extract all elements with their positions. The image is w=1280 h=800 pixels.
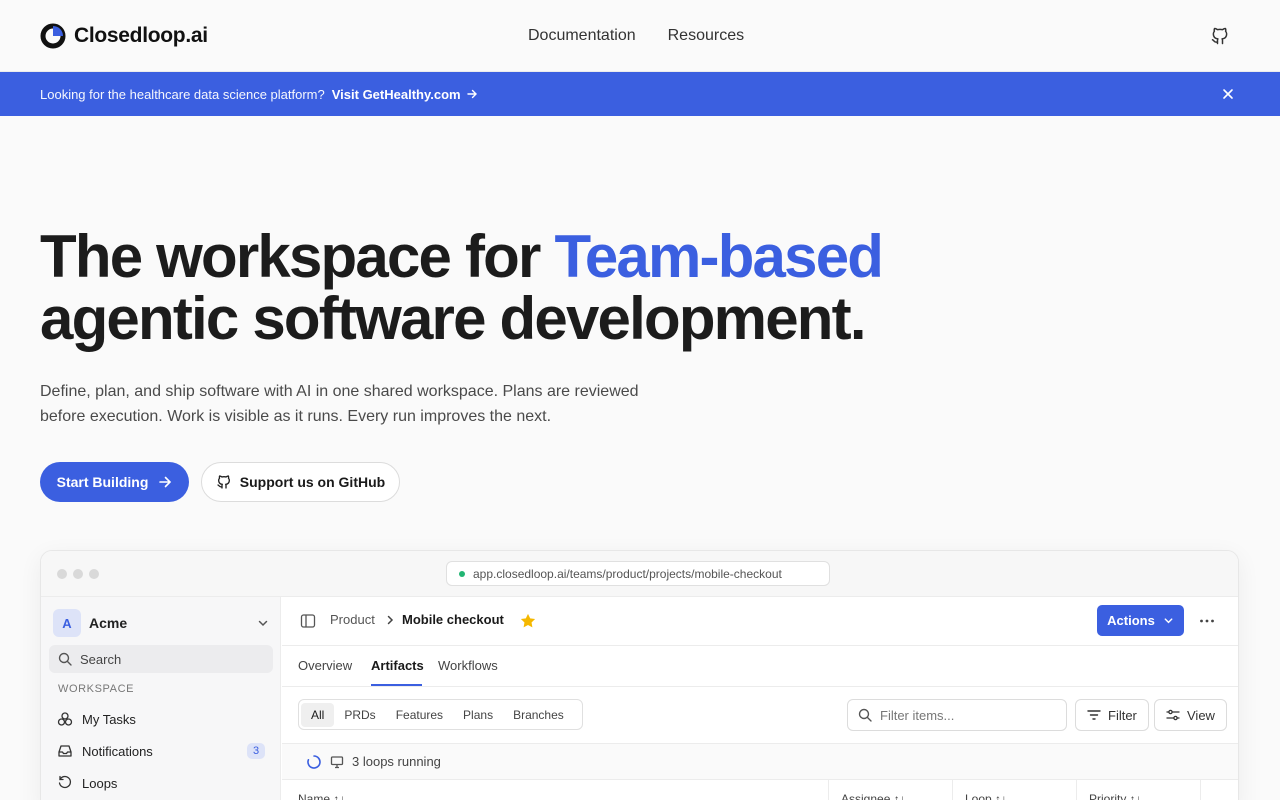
sidebar-item-label: Loops xyxy=(82,775,118,791)
sidebar-section-label: WORKSPACE xyxy=(58,683,135,695)
nav-documentation[interactable]: Documentation xyxy=(528,27,636,45)
hero-subtitle: Define, plan, and ship software with AI … xyxy=(40,383,639,425)
address-bar: app.closedloop.ai/teams/product/projects… xyxy=(446,561,830,586)
chevron-down-icon xyxy=(1164,618,1173,624)
workspace-switcher[interactable]: A Acme xyxy=(53,609,269,637)
sidebar-item-label: Notifications xyxy=(82,743,153,759)
start-building-button[interactable]: Start Building xyxy=(40,462,189,502)
app-main: Product Mobile checkout Actions Overview… xyxy=(282,597,1238,800)
announcement-banner: Looking for the healthcare data science … xyxy=(0,72,1280,116)
sidebar-item-label: My Tasks xyxy=(82,711,136,727)
column-header-name[interactable]: Name ↑↓ xyxy=(298,792,345,800)
secure-status-dot xyxy=(459,570,465,577)
tab-bar: Overview Artifacts Workflows xyxy=(282,646,1238,687)
logo[interactable]: Closedloop.ai xyxy=(40,23,208,49)
breadcrumb-parent[interactable]: Product xyxy=(330,612,375,627)
column-header-assignee[interactable]: Assignee ↑↓ xyxy=(841,792,906,800)
banner-close-button[interactable] xyxy=(1220,86,1236,102)
app-sidebar: A Acme Search WORKSPACE My Tasks Notific… xyxy=(41,597,281,800)
hero-title-pre: The workspace for xyxy=(40,223,555,290)
filter-items-placeholder: Filter items... xyxy=(880,707,955,723)
inbox-icon xyxy=(58,745,72,757)
hero-title-accent: Team-based xyxy=(554,223,883,290)
tab-artifacts[interactable]: Artifacts xyxy=(371,658,424,673)
filter-button[interactable]: Filter xyxy=(1075,699,1149,731)
column-divider xyxy=(1200,780,1201,800)
site-header: Closedloop.ai Documentation Resources xyxy=(0,0,1280,72)
more-horizontal-icon xyxy=(1200,619,1214,623)
view-button[interactable]: View xyxy=(1154,699,1227,731)
breadcrumb-current: Mobile checkout xyxy=(402,612,504,627)
hero-title-line2: agentic software development. xyxy=(40,285,866,352)
start-building-label: Start Building xyxy=(56,474,149,490)
github-support-button[interactable]: Support us on GitHub xyxy=(201,462,400,502)
column-divider xyxy=(1076,780,1077,800)
loops-running-text: 3 loops running xyxy=(352,754,441,769)
workspace-name: Acme xyxy=(89,615,128,631)
sidebar-item-notifications[interactable]: Notifications 3 xyxy=(49,737,273,765)
active-tab-indicator xyxy=(371,684,422,686)
logo-text: Closedloop.ai xyxy=(74,23,208,47)
tab-workflows[interactable]: Workflows xyxy=(438,658,498,673)
filter-button-label: Filter xyxy=(1108,707,1137,723)
star-icon[interactable] xyxy=(519,612,537,630)
sidebar-search[interactable]: Search xyxy=(49,645,273,673)
loops-running-status: 3 loops running xyxy=(282,744,1238,780)
sidebar-search-label: Search xyxy=(80,651,122,667)
table-header: Name ↑↓ Assignee ↑↓ Loop ↑↓ Priority ↑↓ xyxy=(282,780,1238,800)
column-divider xyxy=(952,780,953,800)
tasks-icon xyxy=(57,712,73,726)
search-icon xyxy=(858,708,872,722)
github-icon xyxy=(1211,27,1228,45)
segment-prds[interactable]: PRDs xyxy=(334,703,385,727)
main-nav: Documentation Resources xyxy=(528,0,744,72)
notification-count-badge: 3 xyxy=(247,743,265,759)
github-icon xyxy=(217,475,230,489)
filter-items-input[interactable]: Filter items... xyxy=(847,699,1067,731)
monitor-icon xyxy=(330,755,344,768)
arrow-right-icon xyxy=(466,89,477,99)
browser-bar: app.closedloop.ai/teams/product/projects… xyxy=(41,551,1238,597)
actions-label: Actions xyxy=(1107,613,1155,628)
arrow-right-icon xyxy=(159,476,172,488)
column-header-priority[interactable]: Priority ↑↓ xyxy=(1089,792,1142,800)
loading-spinner-icon xyxy=(307,754,321,769)
sidebar-toggle-icon[interactable] xyxy=(300,613,316,629)
view-button-label: View xyxy=(1187,707,1215,723)
segment-plans[interactable]: Plans xyxy=(453,703,503,727)
github-support-label: Support us on GitHub xyxy=(239,474,386,490)
segment-branches[interactable]: Branches xyxy=(503,703,574,727)
app-topbar: Product Mobile checkout Actions xyxy=(282,597,1238,646)
tab-overview[interactable]: Overview xyxy=(298,658,352,673)
hero-title: The workspace for Team-based agentic sof… xyxy=(40,223,884,352)
banner-text: Looking for the healthcare data science … xyxy=(40,86,325,102)
segment-all[interactable]: All xyxy=(301,702,335,727)
window-controls xyxy=(57,569,99,579)
sliders-icon xyxy=(1166,709,1180,721)
actions-button[interactable]: Actions xyxy=(1097,605,1184,636)
github-link[interactable] xyxy=(1208,24,1232,48)
segment-features[interactable]: Features xyxy=(386,703,453,727)
banner-link[interactable]: Visit GetHealthy.com xyxy=(332,87,478,102)
more-options-button[interactable] xyxy=(1197,612,1217,630)
close-icon xyxy=(1223,89,1233,99)
workspace-avatar: A xyxy=(53,609,81,637)
loop-icon xyxy=(58,775,72,789)
column-header-loop[interactable]: Loop ↑↓ xyxy=(965,792,1007,800)
chevron-right-icon xyxy=(387,615,394,625)
nav-resources[interactable]: Resources xyxy=(668,27,744,45)
app-preview-window: app.closedloop.ai/teams/product/projects… xyxy=(40,550,1239,800)
address-text: app.closedloop.ai/teams/product/projects… xyxy=(473,566,782,581)
artifact-type-segmented-control: All PRDs Features Plans Branches xyxy=(298,699,583,730)
filter-icon xyxy=(1087,710,1101,720)
chevron-down-icon xyxy=(258,620,268,627)
sidebar-item-my-tasks[interactable]: My Tasks xyxy=(49,705,273,733)
filter-bar: All PRDs Features Plans Branches Filter … xyxy=(282,687,1238,744)
search-icon xyxy=(58,652,72,666)
banner-link-label: Visit GetHealthy.com xyxy=(331,86,461,102)
column-divider xyxy=(828,780,829,800)
logo-icon xyxy=(40,23,66,48)
sidebar-item-loops[interactable]: Loops xyxy=(49,769,273,797)
